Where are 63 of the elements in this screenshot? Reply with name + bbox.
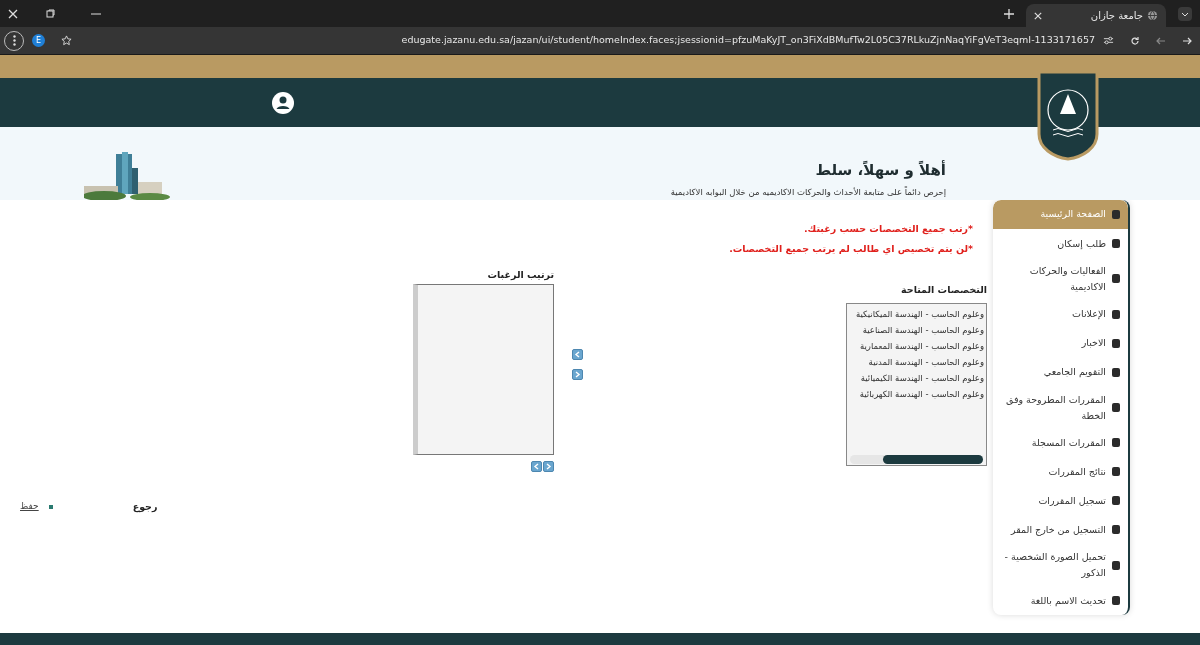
menu-item-icon xyxy=(1112,367,1120,377)
available-list[interactable]: وعلوم الحاسب - الهندسة الميكانيكية وعلوم الحاسب - الهندسة الصناعية وعلوم الحاسب - الهندسة المعمارية وعلوم الحاسب - الهندسة المدنية وعلوم الحاسب - الهندسة الكيميائية وعلوم الحاسب - الهندسة الكهربائية xyxy=(846,302,987,466)
menu-item-icon xyxy=(1112,467,1120,477)
close-icon[interactable] xyxy=(1034,11,1042,20)
sidebar-item[interactable]: المقررات المطروحة وفق الخطة xyxy=(993,386,1128,429)
tab-title: جامعة جازان xyxy=(1090,9,1143,23)
list-option[interactable]: وعلوم الحاسب - الهندسة الميكانيكية xyxy=(847,305,984,322)
list-option[interactable]: وعلوم الحاسب - الهندسة الكيميائية xyxy=(847,369,984,386)
sidebar-item[interactable]: الفعاليات والحركات الاكاديمية xyxy=(993,258,1128,300)
menu-item-icon xyxy=(1112,309,1120,319)
move-up-button[interactable] xyxy=(543,460,554,472)
menu-item-icon xyxy=(1112,596,1120,605)
menu-item-icon xyxy=(1112,338,1120,348)
move-left-button[interactable] xyxy=(572,348,583,360)
warning-note: *رتب جميع التخصصات حسب رغبتك. xyxy=(803,222,973,237)
browser-tab[interactable]: جامعة جازان xyxy=(1026,4,1166,27)
menu-item-icon xyxy=(1112,239,1120,248)
scrollbar[interactable] xyxy=(850,454,983,464)
menu-item-icon xyxy=(1112,496,1120,506)
sidebar-item[interactable]: التسجيل من خارج المقر xyxy=(993,515,1128,545)
menu-item-icon xyxy=(1112,274,1120,284)
new-tab-icon[interactable] xyxy=(1004,8,1014,19)
star-icon[interactable] xyxy=(61,35,72,46)
sidebar-item[interactable]: تحميل الصورة الشخصية - الذكور xyxy=(993,544,1128,586)
minimize-icon[interactable] xyxy=(91,12,101,15)
restore-icon[interactable] xyxy=(46,9,55,18)
move-down-button[interactable] xyxy=(531,460,542,472)
sidebar-item[interactable]: تحديث الاسم باللغة xyxy=(993,586,1128,615)
warning-note: *لن يتم تخصيص اي طالب لم يرتب جميع التخصصات. xyxy=(728,242,973,257)
list-option[interactable]: وعلوم الحاسب - الهندسة الكهربائية xyxy=(847,385,984,402)
sidebar-item[interactable]: الإعلانات xyxy=(993,299,1128,329)
menu-item-icon xyxy=(1112,438,1120,448)
url-text[interactable]: edugate.jazanu.edu.sa/jazan/ui/student/homeIndex.faces;jsessionid=pfzuMaKyJT_on3FiXdBMufTw2L05C37RLkuZjnNaqYiFgVeT3eqmI-1133171657 xyxy=(401,33,1095,48)
bullet-icon xyxy=(48,504,53,509)
welcome-title: أهلاً و سهلاً، سلط xyxy=(815,159,946,181)
tune-icon[interactable] xyxy=(1103,35,1114,46)
list-heading: التخصصات المتاحة xyxy=(900,282,987,297)
reload-icon[interactable] xyxy=(1130,35,1140,46)
globe-icon xyxy=(1147,10,1158,21)
back-arrow-icon[interactable] xyxy=(1156,35,1166,46)
sidebar-item[interactable]: التقويم الجامعي xyxy=(993,357,1128,387)
chevron-down-icon[interactable] xyxy=(1178,6,1192,21)
move-right-button[interactable] xyxy=(572,368,583,380)
sidebar-item[interactable]: الاخبار xyxy=(993,328,1128,358)
list-option[interactable]: وعلوم الحاسب - الهندسة المعمارية xyxy=(847,337,984,354)
save-link[interactable]: حفظ xyxy=(20,500,39,514)
sidebar-item[interactable]: نتائج المقررات xyxy=(993,457,1128,487)
menu-item-icon xyxy=(1112,210,1120,219)
menu-item-icon xyxy=(1112,403,1120,412)
welcome-subtitle: إحرص دائماً على متابعة الأحداث والحركات الاكاديميه من خلال البوابه الاكاديمية xyxy=(670,185,946,199)
menu-item-icon xyxy=(1112,525,1120,535)
sidebar-item[interactable]: المقررات المسجلة xyxy=(993,428,1128,458)
menu-item-icon xyxy=(1112,560,1120,570)
user-icon[interactable] xyxy=(272,91,294,114)
profile-avatar[interactable]: E xyxy=(32,34,45,47)
forward-arrow-icon[interactable] xyxy=(1182,35,1192,46)
list-option[interactable]: وعلوم الحاسب - الهندسة المدنية xyxy=(847,353,984,370)
list-heading: ترتيب الرغبات xyxy=(486,267,554,282)
list-option[interactable]: وعلوم الحاسب - الهندسة الصناعية xyxy=(847,321,984,338)
close-icon[interactable] xyxy=(8,8,18,19)
sidebar-item[interactable]: تسجيل المقررات xyxy=(993,486,1128,516)
back-link[interactable]: رجوع xyxy=(132,499,158,514)
sidebar-item[interactable]: طلب إسكان xyxy=(993,229,1128,258)
